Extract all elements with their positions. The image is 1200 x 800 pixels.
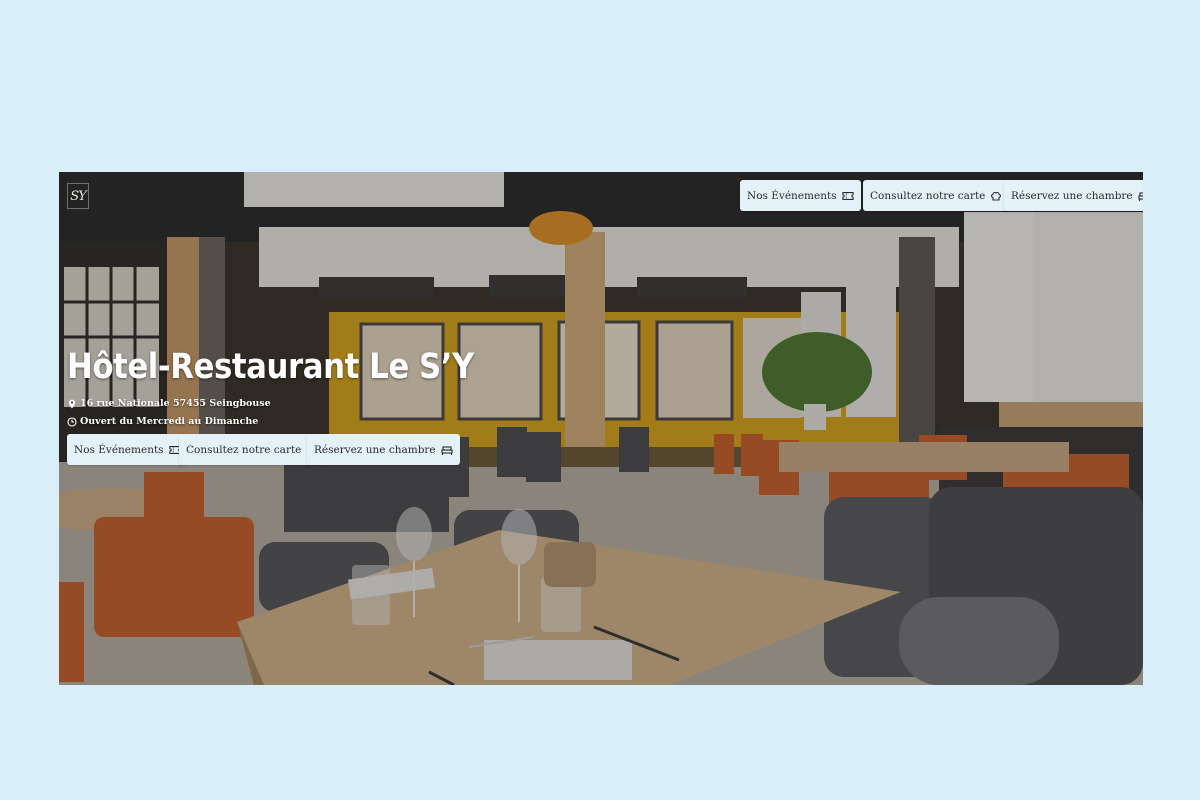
- nav-menu-label: Consultez notre carte: [870, 189, 986, 202]
- page-title: Hôtel-Restaurant Le S’Y: [67, 347, 474, 387]
- dark-overlay: [59, 172, 1143, 685]
- nav-menu-button[interactable]: Consultez notre carte: [863, 180, 1010, 211]
- menu-label: Consultez notre carte: [186, 443, 302, 456]
- room-button[interactable]: Réservez une chambre: [307, 434, 460, 465]
- menu-button[interactable]: Consultez notre carte: [179, 434, 326, 465]
- hero-banner: SY Nos Événements Consultez notre carte …: [59, 172, 1143, 685]
- hours-text: Ouvert du Mercredi au Dimanche: [80, 416, 259, 427]
- address-line: 16 rue Nationale 57455 Seingbouse: [67, 398, 271, 409]
- nav-events-label: Nos Événements: [747, 189, 837, 202]
- ticket-icon: [841, 191, 854, 200]
- chef-hat-icon: [991, 191, 1002, 201]
- clock-icon: [67, 416, 77, 427]
- logo[interactable]: SY: [67, 183, 89, 209]
- map-pin-icon: [69, 399, 75, 408]
- room-label: Réservez une chambre: [314, 443, 436, 456]
- nav-room-label: Réservez une chambre: [1011, 189, 1133, 202]
- nav-events-button[interactable]: Nos Événements: [740, 180, 861, 211]
- events-button[interactable]: Nos Événements: [67, 434, 188, 465]
- hours-line: Ouvert du Mercredi au Dimanche: [67, 416, 258, 427]
- address-text: 16 rue Nationale 57455 Seingbouse: [80, 398, 271, 409]
- bed-icon: [1138, 191, 1143, 201]
- nav-room-button[interactable]: Réservez une chambre: [1004, 180, 1143, 211]
- bed-icon: [441, 445, 453, 455]
- events-label: Nos Événements: [74, 443, 164, 456]
